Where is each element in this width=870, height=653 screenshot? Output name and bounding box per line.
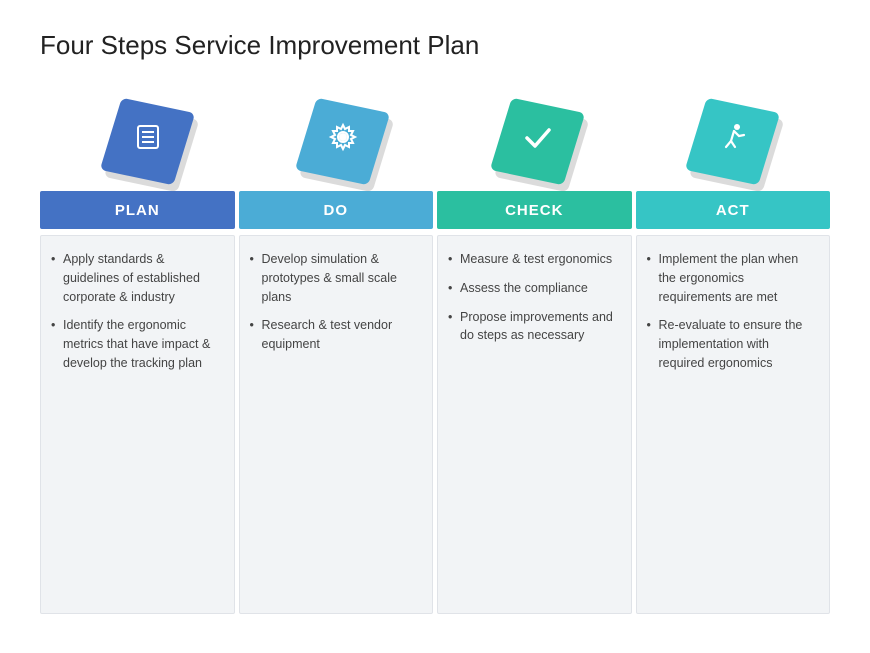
bullets-act: Implement the plan when the ergonomics r… [645,250,818,373]
bullets-check: Measure & test ergonomics Assess the com… [446,250,619,345]
bullet-act-2: Re-evaluate to ensure the implementation… [645,316,818,372]
label-do: DO [239,191,434,229]
bullet-check-3: Propose improvements and do steps as nec… [446,308,619,346]
page-title: Four Steps Service Improvement Plan [40,30,830,61]
bullets-do: Develop simulation & prototypes & small … [248,250,421,354]
bullet-act-1: Implement the plan when the ergonomics r… [645,250,818,306]
icon-diamond-act [693,101,773,181]
run-icon [717,121,749,161]
list-icon [132,121,164,161]
content-do: Develop simulation & prototypes & small … [239,235,434,614]
bullets-plan: Apply standards & guidelines of establis… [49,250,222,373]
bullet-check-2: Assess the compliance [446,279,619,298]
icons-row [40,91,830,191]
label-act: ACT [636,191,831,229]
content-check: Measure & test ergonomics Assess the com… [437,235,632,614]
gear-icon [327,121,359,161]
page: Four Steps Service Improvement Plan [0,0,870,653]
icon-diamond-plan [108,101,188,181]
bullet-do-2: Research & test vendor equipment [248,316,421,354]
bullet-plan-2: Identify the ergonomic metrics that have… [49,316,222,372]
icon-wrapper-check [440,91,635,191]
bullet-do-1: Develop simulation & prototypes & small … [248,250,421,306]
label-check: CHECK [437,191,632,229]
checkmark-icon [522,121,554,161]
content-act: Implement the plan when the ergonomics r… [636,235,831,614]
main-content: PLAN DO CHECK ACT Apply standards & guid… [40,91,830,614]
icon-wrapper-act [635,91,830,191]
labels-row: PLAN DO CHECK ACT [40,191,830,229]
content-plan: Apply standards & guidelines of establis… [40,235,235,614]
bullet-check-1: Measure & test ergonomics [446,250,619,269]
icon-diamond-do [303,101,383,181]
icon-wrapper-do [245,91,440,191]
content-row: Apply standards & guidelines of establis… [40,235,830,614]
icon-wrapper-plan [50,91,245,191]
bullet-plan-1: Apply standards & guidelines of establis… [49,250,222,306]
label-plan: PLAN [40,191,235,229]
icon-diamond-check [498,101,578,181]
